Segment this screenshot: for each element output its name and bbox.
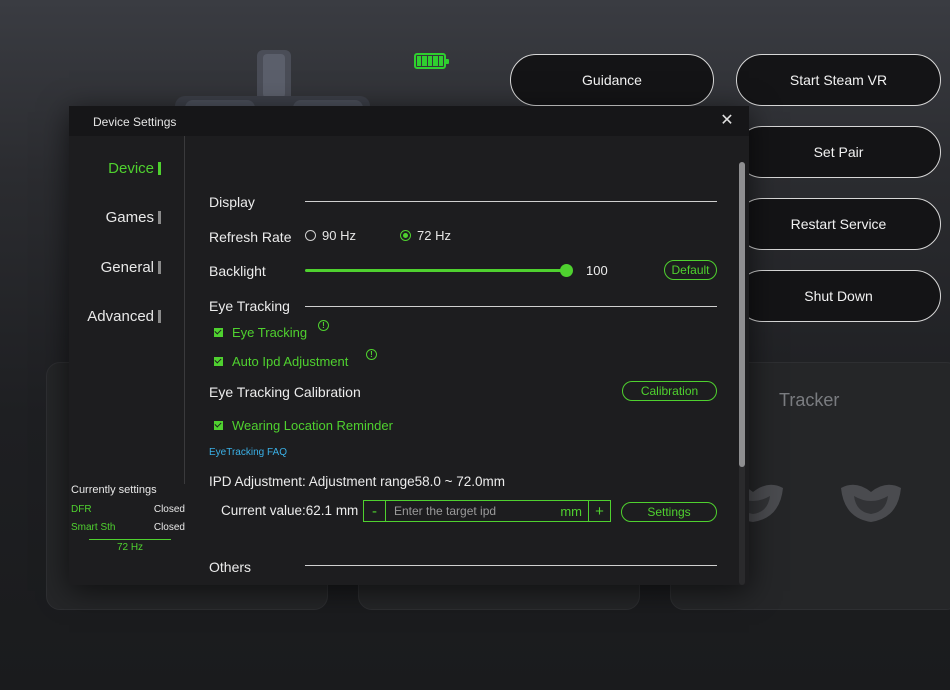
start-steam-vr-button[interactable]: Start Steam VR — [736, 54, 941, 106]
checkbox-label: Wearing Location Reminder — [232, 418, 393, 433]
info-icon[interactable]: ! — [366, 349, 377, 360]
ipd-target-input[interactable] — [386, 501, 561, 521]
tracker-title: Tracker — [779, 390, 840, 410]
refresh-rate-label: Refresh Rate — [209, 229, 292, 245]
others-section-title: Others — [209, 559, 252, 575]
radio-90hz[interactable]: 90 Hz — [305, 228, 356, 243]
ipd-current-value: Current value:62.1 mm — [221, 503, 359, 518]
restart-service-button[interactable]: Restart Service — [736, 198, 941, 250]
device-settings-dialog: Device Settings ✕ Device Games General A… — [69, 106, 749, 585]
nav-item-general[interactable]: General — [101, 259, 161, 276]
current-settings-title: Currently settings — [71, 484, 157, 496]
dfr-label: DFR — [71, 504, 92, 515]
checkbox-label: Auto Ipd Adjustment — [232, 354, 349, 369]
nav-item-advanced[interactable]: Advanced — [87, 308, 161, 325]
divider — [89, 539, 171, 540]
default-button[interactable]: Default — [664, 260, 717, 280]
dialog-title: Device Settings — [93, 115, 177, 129]
scrollbar[interactable] — [739, 162, 745, 585]
calibration-button[interactable]: Calibration — [622, 381, 717, 401]
smart-label: Smart Sth — [71, 522, 116, 533]
divider — [305, 565, 717, 566]
radio-label: 90 Hz — [322, 228, 356, 243]
ipd-increment-button[interactable]: + — [588, 501, 610, 521]
radio-icon — [305, 230, 316, 241]
radio-72hz[interactable]: 72 Hz — [400, 228, 451, 243]
ipd-settings-button[interactable]: Settings — [621, 502, 717, 522]
nav-indicator — [158, 162, 161, 175]
current-refresh-rate: 72 Hz — [116, 542, 144, 553]
nav-item-games[interactable]: Games — [106, 209, 161, 226]
divider — [305, 306, 717, 307]
backlight-label: Backlight — [209, 263, 266, 279]
radio-label: 72 Hz — [417, 228, 451, 243]
checkbox-icon — [214, 421, 223, 430]
backlight-slider[interactable] — [305, 269, 567, 272]
display-section-title: Display — [209, 194, 255, 210]
ipd-unit: mm — [560, 503, 582, 519]
ipd-adjustment-label: IPD Adjustment: Adjustment range58.0 ~ 7… — [209, 474, 506, 489]
eye-tracking-section-title: Eye Tracking — [209, 298, 290, 314]
auto-ipd-checkbox[interactable]: Auto Ipd Adjustment — [214, 354, 348, 369]
shut-down-button[interactable]: Shut Down — [736, 270, 941, 322]
guidance-button[interactable]: Guidance — [510, 54, 714, 106]
nav-indicator — [158, 310, 161, 323]
nav-item-device[interactable]: Device — [108, 160, 161, 177]
nav-item-label: Games — [105, 209, 154, 226]
current-settings-panel: Currently settings DFR Closed Smart Sth … — [71, 484, 185, 553]
close-icon[interactable]: ✕ — [719, 113, 735, 129]
tracker-icon — [841, 484, 901, 522]
eye-tracking-faq-link[interactable]: EyeTracking FAQ — [209, 447, 287, 458]
nav-indicator — [158, 261, 161, 274]
wearing-reminder-checkbox[interactable]: Wearing Location Reminder — [214, 418, 393, 433]
calibration-label: Eye Tracking Calibration — [209, 384, 361, 400]
nav-indicator — [158, 211, 161, 224]
info-icon[interactable]: ! — [318, 320, 329, 331]
battery-icon — [414, 53, 449, 69]
ipd-stepper: - mm + — [363, 500, 611, 522]
smart-value: Closed — [153, 522, 185, 533]
nav-item-label: General — [100, 259, 154, 276]
checkbox-icon — [214, 357, 223, 366]
nav-item-label: Device — [108, 160, 154, 177]
dfr-value: Closed — [153, 504, 185, 515]
set-pair-button[interactable]: Set Pair — [736, 126, 941, 178]
settings-content: Display Refresh Rate 90 Hz 72 Hz Backlig… — [185, 136, 735, 585]
checkbox-label: Eye Tracking — [232, 325, 308, 340]
checkbox-icon — [214, 328, 223, 337]
nav-item-label: Advanced — [87, 308, 154, 325]
dialog-titlebar: Device Settings ✕ — [69, 106, 749, 136]
scrollbar-thumb[interactable] — [739, 162, 745, 467]
ipd-decrement-button[interactable]: - — [364, 501, 386, 521]
backlight-value: 100 — [586, 263, 608, 278]
radio-icon — [400, 230, 411, 241]
eye-tracking-checkbox[interactable]: Eye Tracking — [214, 325, 307, 340]
divider — [305, 201, 717, 202]
backlight-slider-handle[interactable] — [560, 264, 573, 277]
